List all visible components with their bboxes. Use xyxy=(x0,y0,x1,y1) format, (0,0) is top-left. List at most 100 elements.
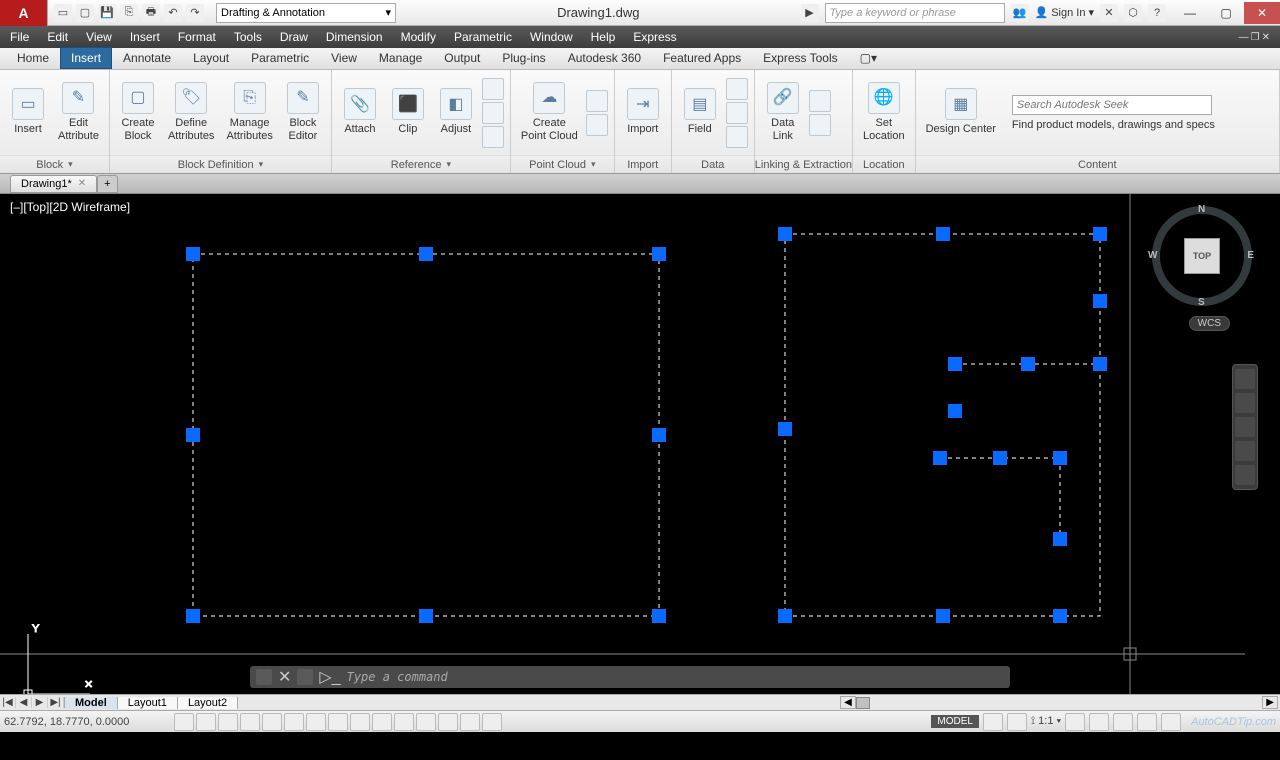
tab-home[interactable]: Home xyxy=(6,47,60,69)
snap-underlay-button[interactable] xyxy=(482,126,504,148)
hardware-acceleration-button[interactable] xyxy=(1137,713,1157,731)
panel-reference-label[interactable]: Reference xyxy=(332,155,510,173)
binoculars-icon[interactable]: 👥 xyxy=(1011,4,1029,22)
annotation-monitor-button[interactable] xyxy=(482,713,502,731)
viewcube-west[interactable]: W xyxy=(1148,250,1157,261)
new-file-tab-button[interactable]: + xyxy=(97,175,117,193)
lineweight-button[interactable] xyxy=(394,713,414,731)
3d-osnap-button[interactable] xyxy=(306,713,326,731)
help-updates-icon[interactable]: ⬡ xyxy=(1124,4,1142,22)
viewcube-south[interactable]: S xyxy=(1198,297,1205,308)
create-block-button[interactable]: ▢Create Block xyxy=(116,80,160,145)
menu-dimension[interactable]: Dimension xyxy=(326,30,383,44)
snap-mode-button[interactable] xyxy=(196,713,216,731)
dynamic-input-button[interactable] xyxy=(372,713,392,731)
infer-constraints-button[interactable] xyxy=(174,713,194,731)
field-button[interactable]: ▤Field xyxy=(678,86,722,138)
seek-search-input[interactable] xyxy=(1012,95,1212,115)
doc-restore-icon[interactable]: ❐ xyxy=(1251,32,1260,43)
open-icon[interactable]: ▢ xyxy=(76,4,94,22)
search-magnifier-icon[interactable]: ▶ xyxy=(801,4,819,22)
edit-attribute-button[interactable]: ✎Edit Attribute xyxy=(54,80,103,145)
menu-tools[interactable]: Tools xyxy=(234,30,262,44)
viewcube-north[interactable]: N xyxy=(1198,204,1205,215)
create-point-cloud-button[interactable]: ☁Create Point Cloud xyxy=(517,80,582,145)
command-line[interactable]: ✕ ▷_ Type a command xyxy=(250,666,1010,688)
hyperlink-button[interactable] xyxy=(726,126,748,148)
cmd-input[interactable]: Type a command xyxy=(347,670,448,684)
prev-layout-icon[interactable]: ◀ xyxy=(16,697,32,708)
toolbar-lock-button[interactable] xyxy=(1113,713,1133,731)
clip-button[interactable]: ⬛Clip xyxy=(386,86,430,138)
new-icon[interactable]: ▭ xyxy=(54,4,72,22)
extract-data-button[interactable] xyxy=(809,114,831,136)
ole-object-button[interactable] xyxy=(726,102,748,124)
help-icon[interactable]: ? xyxy=(1148,4,1166,22)
save-icon[interactable]: 💾 xyxy=(98,4,116,22)
pc-density-button[interactable] xyxy=(586,114,608,136)
maximize-button[interactable]: ▢ xyxy=(1208,2,1244,24)
set-location-button[interactable]: 🌐Set Location xyxy=(859,80,909,145)
ducs-button[interactable] xyxy=(350,713,370,731)
sign-in-button[interactable]: 👤 Sign In ▾ xyxy=(1035,6,1094,19)
menu-window[interactable]: Window xyxy=(530,30,573,44)
print-icon[interactable]: 🖶 xyxy=(142,4,160,22)
minimize-button[interactable]: — xyxy=(1172,2,1208,24)
menu-parametric[interactable]: Parametric xyxy=(454,30,512,44)
redo-icon[interactable]: ↷ xyxy=(186,4,204,22)
tab-layout2[interactable]: Layout2 xyxy=(178,697,238,709)
tab-layout1[interactable]: Layout1 xyxy=(118,697,178,709)
object-snap-tracking-button[interactable] xyxy=(328,713,348,731)
menu-express[interactable]: Express xyxy=(633,30,676,44)
tab-model[interactable]: Model xyxy=(65,697,118,709)
tab-plugins[interactable]: Plug-ins xyxy=(491,47,556,69)
panel-point-cloud-label[interactable]: Point Cloud xyxy=(511,155,614,173)
tab-autodesk360[interactable]: Autodesk 360 xyxy=(557,47,652,69)
next-layout-icon[interactable]: ▶ xyxy=(32,697,48,708)
tab-parametric[interactable]: Parametric xyxy=(240,47,320,69)
menu-modify[interactable]: Modify xyxy=(401,30,436,44)
insert-block-button[interactable]: ▭Insert xyxy=(6,86,50,138)
scroll-left-icon[interactable]: ◀ xyxy=(840,696,856,709)
ribbon-minimize-icon[interactable]: ▢▾ xyxy=(849,47,888,69)
menu-file[interactable]: File xyxy=(10,30,29,44)
update-fields-button[interactable] xyxy=(726,78,748,100)
viewcube[interactable]: TOP N S E W xyxy=(1152,206,1252,306)
quick-view-layouts-button[interactable] xyxy=(983,713,1003,731)
workspace-dropdown[interactable]: Drafting & Annotation ▾ xyxy=(216,3,396,23)
annotation-scale[interactable]: ⟟ 1:1 ▾ xyxy=(1031,715,1061,728)
panel-block-def-label[interactable]: Block Definition xyxy=(110,155,331,173)
ortho-mode-button[interactable] xyxy=(240,713,260,731)
annotation-visibility-button[interactable] xyxy=(1065,713,1085,731)
doc-close-icon[interactable]: ✕ xyxy=(1262,32,1270,43)
cmd-recent-icon[interactable] xyxy=(297,669,313,685)
wcs-badge[interactable]: WCS xyxy=(1189,316,1230,331)
transparency-button[interactable] xyxy=(416,713,436,731)
menu-edit[interactable]: Edit xyxy=(47,30,68,44)
block-editor-button[interactable]: ✎Block Editor xyxy=(281,80,325,145)
scroll-right-icon[interactable]: ▶ xyxy=(1262,696,1278,709)
close-file-icon[interactable]: ✕ xyxy=(78,178,86,189)
menu-draw[interactable]: Draw xyxy=(280,30,308,44)
nav-orbit-icon[interactable] xyxy=(1235,441,1255,461)
object-snap-button[interactable] xyxy=(284,713,304,731)
viewport-label[interactable]: [–][Top][2D Wireframe] xyxy=(10,200,130,214)
attach-button[interactable]: 📎Attach xyxy=(338,86,382,138)
panel-block-label[interactable]: Block xyxy=(0,155,109,173)
tab-layout[interactable]: Layout xyxy=(182,47,240,69)
tab-express-tools[interactable]: Express Tools xyxy=(752,47,848,69)
polar-tracking-button[interactable] xyxy=(262,713,282,731)
tab-annotate[interactable]: Annotate xyxy=(112,47,182,69)
nav-pan-icon[interactable] xyxy=(1235,393,1255,413)
nav-showmotion-icon[interactable] xyxy=(1235,465,1255,485)
tab-insert[interactable]: Insert xyxy=(60,47,112,69)
selection-cycling-button[interactable] xyxy=(460,713,480,731)
coordinates-readout[interactable]: 62.7792, 18.7770, 0.0000 xyxy=(4,716,174,728)
viewcube-face-top[interactable]: TOP xyxy=(1184,238,1220,274)
first-layout-icon[interactable]: |◀ xyxy=(0,697,16,708)
workspace-switching-button[interactable] xyxy=(1089,713,1109,731)
close-button[interactable]: ✕ xyxy=(1244,2,1280,24)
file-tab-drawing1[interactable]: Drawing1* ✕ xyxy=(10,175,97,193)
design-center-button[interactable]: ▦Design Center xyxy=(922,86,1000,138)
grid-display-button[interactable] xyxy=(218,713,238,731)
